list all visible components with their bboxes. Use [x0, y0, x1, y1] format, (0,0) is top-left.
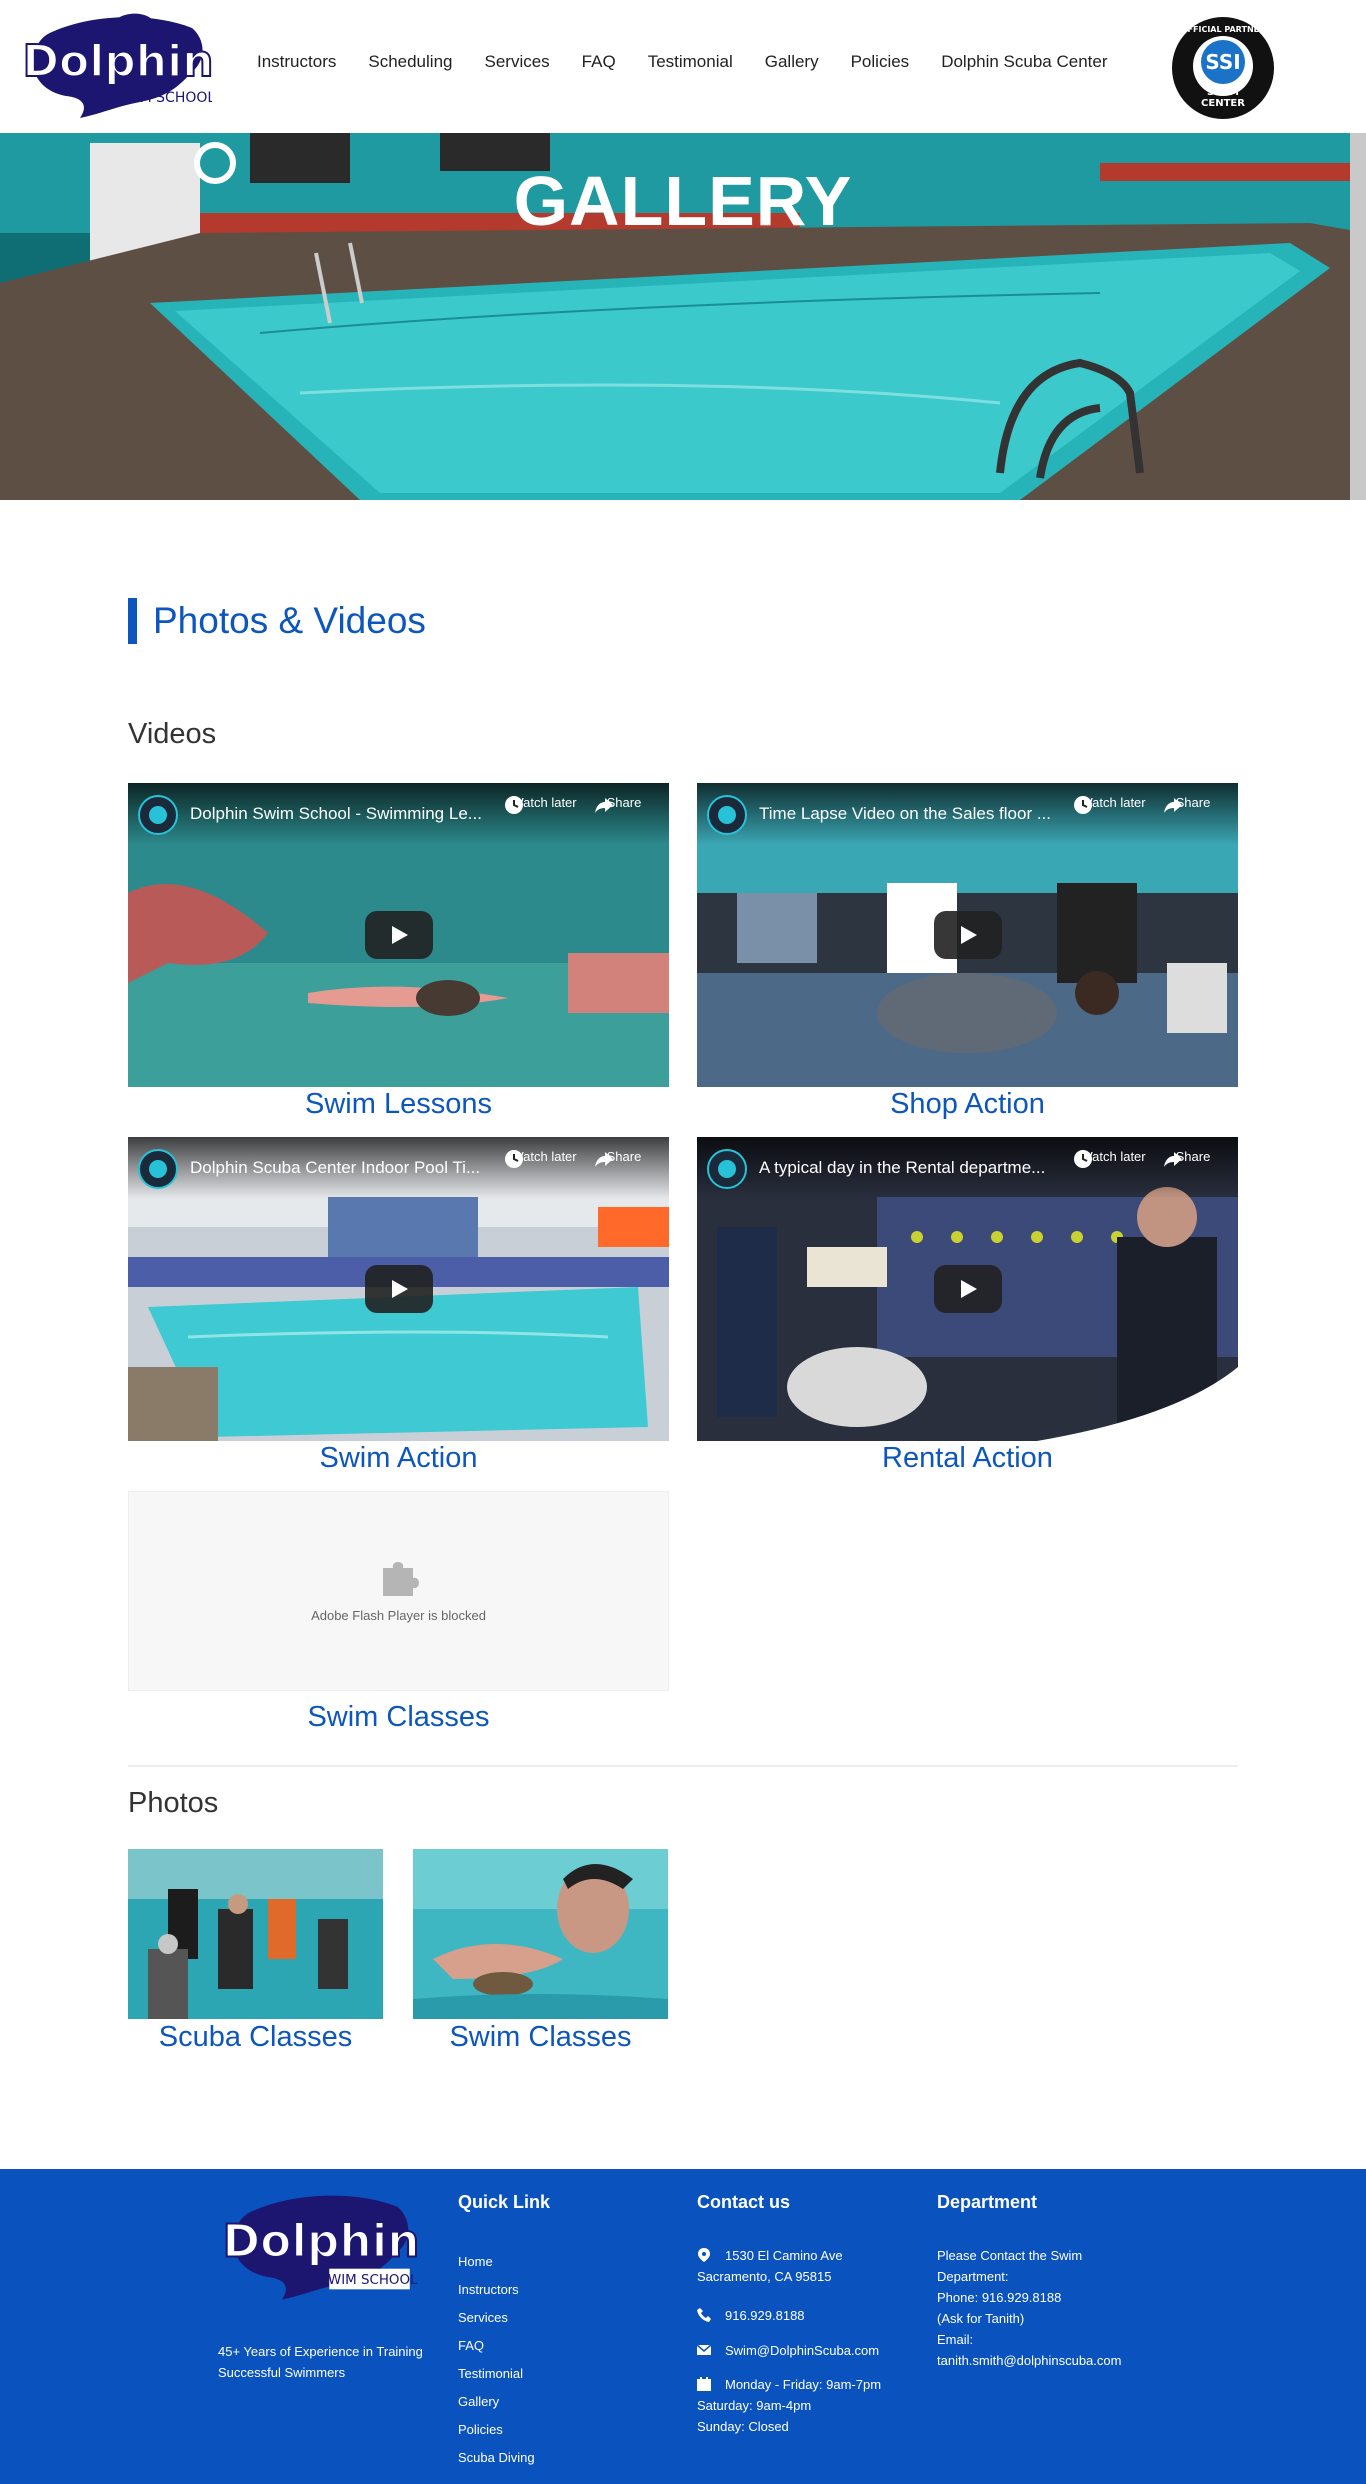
section-divider — [128, 1765, 1238, 1767]
footer-link-scuba-diving[interactable]: Scuba Diving — [458, 2444, 535, 2472]
nav-policies[interactable]: Policies — [851, 50, 910, 74]
quick-link-heading: Quick Link — [458, 2192, 551, 2212]
photo-scuba-classes[interactable] — [128, 1849, 383, 2019]
flash-blocked-embed[interactable]: Adobe Flash Player is blocked — [128, 1491, 669, 1691]
footer-quick-links: Home Instructors Services FAQ Testimonia… — [458, 2248, 535, 2472]
contact-email[interactable]: Swim@DolphinScuba.com — [697, 2340, 879, 2361]
video-caption: Swim Classes — [307, 1701, 490, 1733]
play-button[interactable] — [365, 911, 433, 959]
videos-heading: Videos — [128, 718, 217, 750]
department-email[interactable]: tanith.smith@dolphinscuba.com — [937, 2350, 1147, 2371]
nav-faq[interactable]: FAQ — [582, 50, 616, 74]
clock-icon — [505, 796, 523, 814]
photo-caption: Scuba Classes — [158, 2021, 353, 2053]
hero-banner: GALLERY — [0, 133, 1366, 500]
share-button[interactable]: Share — [1163, 795, 1223, 813]
calendar-icon — [697, 2377, 711, 2391]
footer-link-policies[interactable]: Policies — [458, 2416, 535, 2444]
channel-avatar[interactable] — [138, 1149, 178, 1189]
share-icon — [595, 1152, 613, 1167]
section-title: Photos & Videos — [128, 598, 426, 644]
watch-later-button[interactable]: Watch later — [1073, 795, 1153, 814]
footer-link-services[interactable]: Services — [458, 2304, 535, 2332]
footer-link-gallery[interactable]: Gallery — [458, 2388, 535, 2416]
video-embed-shop-action[interactable]: Time Lapse Video on the Sales floor ... … — [697, 783, 1238, 1087]
contact-address: 1530 El Camino Ave Sacramento, CA 95815 — [697, 2248, 843, 2284]
video-embed-swim-lessons[interactable]: Dolphin Swim School - Swimming Le... Wat… — [128, 783, 669, 1087]
footer-link-instructors[interactable]: Instructors — [458, 2276, 535, 2304]
channel-avatar[interactable] — [138, 795, 178, 835]
footer-logo[interactable]: Dolphin SWIM SCHOOL — [221, 2187, 421, 2305]
site-header: Dolphin SWIM SCHOOL Instructors Scheduli… — [0, 0, 1366, 133]
site-footer: Dolphin SWIM SCHOOL 45+ Years of Experie… — [0, 2169, 1366, 2484]
nav-instructors[interactable]: Instructors — [257, 50, 336, 74]
clock-icon — [505, 1150, 523, 1168]
contact-hours: Monday - Friday: 9am-7pm Saturday: 9am-4… — [697, 2377, 882, 2434]
nav-testimonial[interactable]: Testimonial — [648, 50, 733, 74]
clock-icon — [1074, 1150, 1092, 1168]
nav-dolphin-scuba-center[interactable]: Dolphin Scuba Center — [941, 50, 1107, 74]
play-button[interactable] — [934, 1265, 1002, 1313]
video-caption: Shop Action — [890, 1088, 1045, 1120]
contact-heading: Contact us — [697, 2192, 791, 2212]
video-title[interactable]: Time Lapse Video on the Sales floor ... — [759, 804, 1089, 824]
share-icon — [595, 798, 613, 813]
watch-later-button[interactable]: Watch later — [504, 1149, 584, 1168]
svg-text:SWIM: SWIM — [1207, 87, 1239, 98]
svg-text:SSI: SSI — [1205, 50, 1240, 74]
photo-swim-classes[interactable] — [413, 1849, 668, 2019]
footer-tagline: 45+ Years of Experience in Training Succ… — [218, 2344, 423, 2380]
puzzle-piece-icon — [383, 1562, 419, 1596]
envelope-icon — [697, 2344, 711, 2355]
footer-link-faq[interactable]: FAQ — [458, 2332, 535, 2360]
svg-text:OFFICIAL PARTNER: OFFICIAL PARTNER — [1181, 25, 1266, 34]
video-title[interactable]: Dolphin Swim School - Swimming Le... — [190, 804, 520, 824]
channel-avatar[interactable] — [707, 795, 747, 835]
department-heading: Department — [937, 2192, 1038, 2212]
ssi-partner-badge: SSI OFFICIAL PARTNER SWIM CENTER — [1171, 16, 1275, 120]
clock-icon — [1074, 796, 1092, 814]
play-button[interactable] — [934, 911, 1002, 959]
share-button[interactable]: Share — [594, 1149, 654, 1167]
watch-later-button[interactable]: Watch later — [1073, 1149, 1153, 1168]
share-icon — [1164, 1152, 1182, 1167]
nav-services[interactable]: Services — [484, 50, 549, 74]
svg-text:SWIM SCHOOL: SWIM SCHOOL — [319, 2273, 418, 2288]
dolphin-logo[interactable]: Dolphin SWIM SCHOOL — [21, 10, 215, 122]
video-caption: Swim Lessons — [305, 1088, 492, 1120]
video-caption: Rental Action — [882, 1442, 1053, 1474]
contact-phone[interactable]: 916.929.8188 — [697, 2305, 805, 2326]
main-nav: Instructors Scheduling Services FAQ Test… — [257, 50, 1140, 74]
photos-heading: Photos — [128, 1787, 219, 1819]
watch-later-button[interactable]: Watch later — [504, 795, 584, 814]
video-embed-swim-action[interactable]: Dolphin Scuba Center Indoor Pool Ti... W… — [128, 1137, 669, 1441]
scrollbar[interactable] — [1350, 133, 1366, 500]
share-button[interactable]: Share — [594, 795, 654, 813]
channel-avatar[interactable] — [707, 1149, 747, 1189]
video-caption: Swim Action — [319, 1442, 478, 1474]
video-title[interactable]: Dolphin Scuba Center Indoor Pool Ti... — [190, 1158, 520, 1178]
video-title[interactable]: A typical day in the Rental departme... — [759, 1158, 1089, 1178]
play-button[interactable] — [365, 1265, 433, 1313]
photo-caption: Swim Classes — [449, 2021, 632, 2053]
footer-link-home[interactable]: Home — [458, 2248, 535, 2276]
svg-text:SWIM SCHOOL: SWIM SCHOOL — [113, 90, 212, 106]
share-icon — [1164, 798, 1182, 813]
page-title: GALLERY — [513, 162, 853, 240]
map-pin-icon — [698, 2248, 710, 2262]
department-info: Please Contact the Swim Department: Phon… — [937, 2245, 1147, 2371]
footer-link-testimonial[interactable]: Testimonial — [458, 2360, 535, 2388]
nav-scheduling[interactable]: Scheduling — [368, 50, 452, 74]
phone-icon — [697, 2308, 711, 2322]
svg-text:Dolphin: Dolphin — [22, 36, 212, 87]
nav-gallery[interactable]: Gallery — [765, 50, 819, 74]
svg-text:CENTER: CENTER — [1201, 98, 1245, 109]
svg-text:Dolphin: Dolphin — [223, 2214, 418, 2267]
video-embed-rental-action[interactable]: A typical day in the Rental departme... … — [697, 1137, 1238, 1441]
flash-blocked-message: Adobe Flash Player is blocked — [311, 1608, 486, 1623]
share-button[interactable]: Share — [1163, 1149, 1223, 1167]
